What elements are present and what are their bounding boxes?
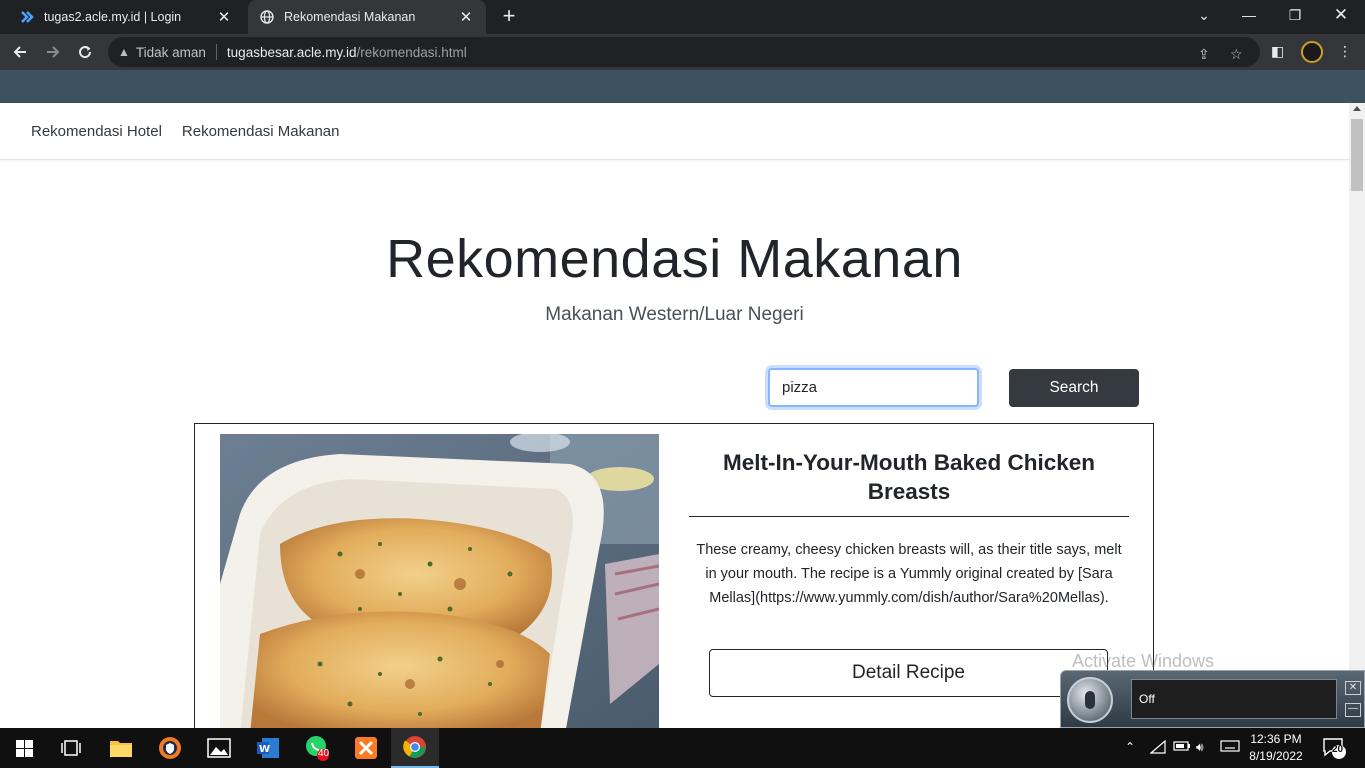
- activate-windows-watermark: Activate Windows: [1072, 651, 1215, 671]
- chevron-up-icon[interactable]: ⌃: [1125, 740, 1135, 754]
- keyboard-icon[interactable]: [1220, 740, 1240, 755]
- page-title: Rekomendasi Makanan: [386, 229, 963, 289]
- share-icon[interactable]: ⇪: [1198, 46, 1210, 63]
- security-label: Tidak aman: [135, 44, 206, 60]
- reload-button[interactable]: [72, 39, 98, 65]
- vpn-shield-icon[interactable]: [146, 728, 194, 768]
- microphone-icon[interactable]: [1067, 677, 1113, 723]
- whatsapp-badge: 40: [318, 748, 330, 759]
- clock-time: 12:36 PM: [1250, 732, 1302, 746]
- tab-search-icon[interactable]: ⌄: [1182, 0, 1226, 30]
- site-favicon-icon: [20, 10, 34, 24]
- url-path: /rekomendasi.html: [356, 44, 467, 60]
- close-icon[interactable]: ✕: [458, 9, 474, 26]
- svg-text:W: W: [259, 744, 270, 755]
- nav-link-rekomendasi-makanan[interactable]: Rekomendasi Makanan: [182, 123, 340, 140]
- notification-center-icon[interactable]: 20: [1322, 737, 1346, 762]
- page-subtitle: Makanan Western/Luar Negeri: [545, 304, 804, 325]
- recipe-image: [220, 434, 659, 728]
- detail-recipe-button[interactable]: Detail Recipe: [709, 649, 1108, 697]
- browser-tab-strip: tugas2.acle.my.id | Login ✕ Rekomendasi …: [0, 0, 1365, 34]
- bookmark-star-icon[interactable]: ☆: [1230, 46, 1243, 63]
- close-icon[interactable]: ✕: [1345, 681, 1361, 695]
- battery-icon[interactable]: [1173, 740, 1191, 755]
- side-panel-icon[interactable]: ◧: [1271, 43, 1284, 60]
- network-icon[interactable]: [1149, 739, 1166, 757]
- forward-button[interactable]: [40, 39, 66, 65]
- bookmark-bar: [0, 70, 1365, 103]
- tab-rekomendasi-makanan[interactable]: Rekomendasi Makanan ✕: [248, 0, 486, 34]
- tab-title: Rekomendasi Makanan: [284, 10, 416, 24]
- back-button[interactable]: [7, 39, 33, 65]
- close-icon[interactable]: ✕: [216, 9, 232, 26]
- browser-toolbar: ▲ Tidak aman tugasbesar.acle.my.id /reko…: [0, 34, 1365, 70]
- page-scrollbar[interactable]: [1349, 103, 1365, 728]
- microsoft-word-icon[interactable]: W: [244, 728, 292, 768]
- scroll-up-icon[interactable]: [1353, 106, 1361, 111]
- speech-status: Off: [1131, 679, 1337, 719]
- scrollbar-thumb[interactable]: [1351, 119, 1363, 191]
- minimize-icon[interactable]: —: [1345, 703, 1361, 717]
- page-viewport: Rekomendasi Hotel Rekomendasi Makanan Re…: [0, 103, 1349, 728]
- chrome-icon[interactable]: [391, 728, 439, 768]
- tab-login[interactable]: tugas2.acle.my.id | Login ✕: [8, 0, 244, 34]
- site-navbar: Rekomendasi Hotel Rekomendasi Makanan: [0, 103, 1349, 160]
- photos-icon[interactable]: [195, 728, 243, 768]
- volume-icon[interactable]: 🔊︎: [1196, 740, 1204, 755]
- nav-link-rekomendasi-hotel[interactable]: Rekomendasi Hotel: [31, 123, 162, 140]
- window-close-button[interactable]: ✕: [1319, 0, 1363, 30]
- tab-title: tugas2.acle.my.id | Login: [44, 10, 182, 24]
- system-clock[interactable]: 12:36 PM 8/19/2022: [1238, 731, 1314, 765]
- task-view-icon[interactable]: [47, 728, 95, 768]
- recipe-description: These creamy, cheesy chicken breasts wil…: [696, 542, 1122, 606]
- xampp-icon[interactable]: [342, 728, 390, 768]
- recipe-card: Melt-In-Your-Mouth Baked Chicken Breasts…: [194, 423, 1154, 728]
- menu-icon[interactable]: ⋮: [1338, 43, 1352, 60]
- profile-avatar[interactable]: [1301, 41, 1323, 63]
- file-explorer-icon[interactable]: [97, 728, 145, 768]
- new-tab-button[interactable]: +: [498, 5, 520, 27]
- restore-button[interactable]: ❐: [1273, 0, 1317, 30]
- divider: [689, 516, 1129, 517]
- globe-icon: [260, 10, 274, 24]
- speech-recognition-widget: Off ✕ —: [1060, 670, 1365, 728]
- minimize-button[interactable]: —: [1227, 0, 1271, 30]
- search-input[interactable]: [768, 368, 979, 407]
- clock-date: 8/19/2022: [1249, 749, 1303, 763]
- recipe-title: Melt-In-Your-Mouth Baked Chicken Breasts: [722, 450, 1096, 504]
- address-bar[interactable]: ▲ Tidak aman tugasbesar.acle.my.id /reko…: [108, 37, 1260, 67]
- windows-taskbar: W 40 ⌃ 🔊︎ 12:36 PM 8/19/2022 20: [0, 728, 1365, 768]
- search-button[interactable]: Search: [1009, 369, 1139, 407]
- whatsapp-icon[interactable]: 40: [293, 728, 341, 768]
- warning-icon: ▲: [118, 45, 130, 59]
- notification-count: 20: [1332, 744, 1344, 755]
- url-domain: tugasbesar.acle.my.id: [226, 44, 357, 60]
- divider: [215, 44, 217, 60]
- start-button[interactable]: [0, 728, 48, 768]
